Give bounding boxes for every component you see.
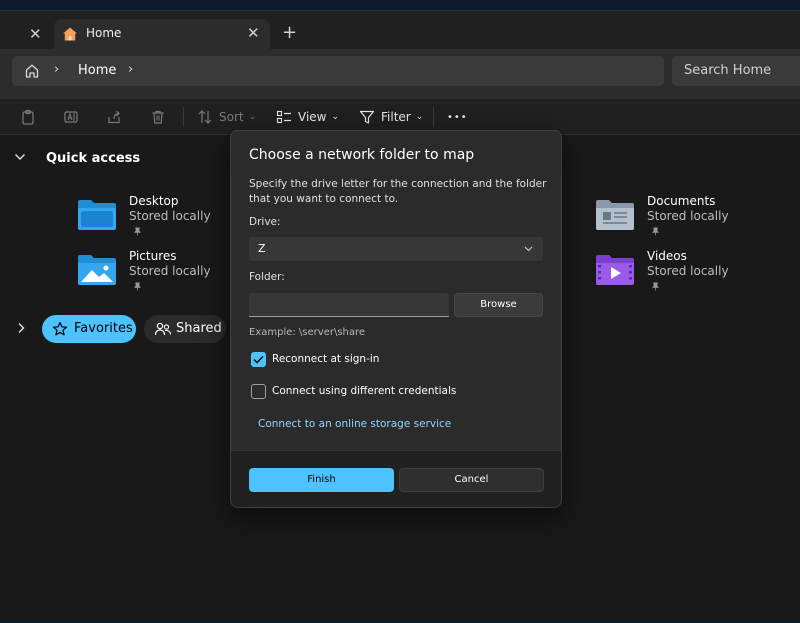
breadcrumb-home[interactable]: Home xyxy=(78,63,116,78)
dialog-footer: Finish Cancel xyxy=(231,450,561,507)
more-icon: ••• xyxy=(447,111,468,123)
favorites-filter-button[interactable]: Favorites xyxy=(42,315,136,343)
address-row: › Home › Search Home xyxy=(0,49,800,99)
folder-name: Desktop xyxy=(129,194,179,208)
pin-icon xyxy=(652,227,659,236)
folder-name: Videos xyxy=(647,249,687,263)
folder-name: Pictures xyxy=(129,249,177,263)
folder-status: Stored locally xyxy=(129,264,211,278)
tab-home[interactable]: Home ✕ xyxy=(54,19,270,49)
reconnect-label[interactable]: Reconnect at sign-in xyxy=(272,353,379,365)
desktop-folder-icon xyxy=(78,200,116,230)
tab-home-label: Home xyxy=(86,26,122,40)
checkmark-icon xyxy=(253,355,264,364)
different-credentials-label[interactable]: Connect using different credentials xyxy=(272,385,456,397)
filter-button[interactable]: Filter ⌄ xyxy=(359,108,423,126)
new-tab-button[interactable]: + xyxy=(282,22,297,43)
share-button[interactable] xyxy=(106,108,122,126)
pin-icon xyxy=(652,282,659,291)
folder-name: Documents xyxy=(647,194,716,208)
map-network-drive-dialog: Choose a network folder to map Specify t… xyxy=(230,130,562,508)
finish-button[interactable]: Finish xyxy=(249,468,394,492)
paste-icon xyxy=(22,109,34,125)
chevron-down-icon[interactable] xyxy=(14,151,26,163)
sort-icon xyxy=(198,110,212,124)
search-placeholder: Search Home xyxy=(684,63,772,78)
filter-icon xyxy=(359,110,375,124)
shared-label: Shared xyxy=(176,321,222,336)
share-icon xyxy=(108,110,120,124)
chevron-right-icon[interactable] xyxy=(16,322,26,334)
sort-button[interactable]: Sort ⌄ xyxy=(197,108,256,126)
dialog-title: Choose a network folder to map xyxy=(249,147,475,163)
different-credentials-checkbox[interactable] xyxy=(251,384,266,399)
quick-access-heading[interactable]: Quick access xyxy=(46,151,140,166)
view-label: View xyxy=(298,110,327,124)
chevron-down-icon xyxy=(524,246,533,252)
pictures-folder-icon xyxy=(78,255,116,285)
pin-icon xyxy=(134,227,141,236)
close-tab-icon[interactable]: ✕ xyxy=(29,25,42,43)
favorites-label: Favorites xyxy=(74,321,133,336)
folder-status: Stored locally xyxy=(647,264,729,278)
trash-icon xyxy=(152,110,164,124)
toolbar-divider xyxy=(183,107,184,127)
folder-path-input[interactable] xyxy=(249,293,449,317)
documents-folder-icon xyxy=(596,200,634,230)
tab-previous[interactable]: ✕ xyxy=(0,19,52,49)
drive-select[interactable]: Z xyxy=(249,237,543,261)
folder-pictures[interactable]: Pictures Stored locally xyxy=(77,249,237,299)
more-options-button[interactable]: ••• xyxy=(447,108,468,126)
breadcrumb-chevron[interactable]: › xyxy=(54,62,59,77)
dialog-description: Specify the drive letter for the connect… xyxy=(249,178,547,205)
paste-button[interactable] xyxy=(20,108,36,126)
view-icon xyxy=(276,110,291,124)
close-tab-icon[interactable]: ✕ xyxy=(247,24,260,42)
drive-label: Drive: xyxy=(249,216,281,228)
home-icon[interactable] xyxy=(24,63,40,79)
folder-documents[interactable]: Documents Stored locally xyxy=(595,194,755,244)
folder-desktop[interactable]: Desktop Stored locally xyxy=(77,194,237,244)
drive-value: Z xyxy=(258,242,266,255)
view-button[interactable]: View ⌄ xyxy=(276,108,339,126)
folder-example-hint: Example: \server\share xyxy=(249,327,366,338)
breadcrumb-chevron[interactable]: › xyxy=(128,62,133,77)
online-storage-link[interactable]: Connect to an online storage service xyxy=(258,418,451,430)
shared-filter-button[interactable]: Shared xyxy=(144,315,226,343)
folder-videos[interactable]: Videos Stored locally xyxy=(595,249,755,299)
reconnect-checkbox[interactable] xyxy=(251,352,266,367)
star-icon xyxy=(52,321,68,336)
people-icon xyxy=(154,322,172,336)
chevron-down-icon: ⌄ xyxy=(415,112,424,122)
sort-label: Sort xyxy=(219,110,244,124)
delete-button[interactable] xyxy=(150,108,166,126)
videos-folder-icon xyxy=(596,255,634,285)
filter-label: Filter xyxy=(381,110,411,124)
browse-button[interactable]: Browse xyxy=(454,293,543,317)
pin-icon xyxy=(134,282,141,291)
folder-status: Stored locally xyxy=(129,209,211,223)
folder-label: Folder: xyxy=(249,271,285,283)
chevron-down-icon: ⌄ xyxy=(248,112,257,122)
tab-bar: ✕ Home ✕ + xyxy=(0,11,800,49)
rename-button[interactable] xyxy=(63,108,79,126)
chevron-down-icon: ⌄ xyxy=(331,112,340,122)
address-bar[interactable]: › Home › xyxy=(12,56,664,86)
cancel-button[interactable]: Cancel xyxy=(399,468,544,492)
home-tab-icon xyxy=(63,27,77,41)
folder-status: Stored locally xyxy=(647,209,729,223)
rename-icon xyxy=(64,111,78,123)
search-input[interactable]: Search Home xyxy=(672,56,800,86)
toolbar-divider xyxy=(433,107,434,127)
